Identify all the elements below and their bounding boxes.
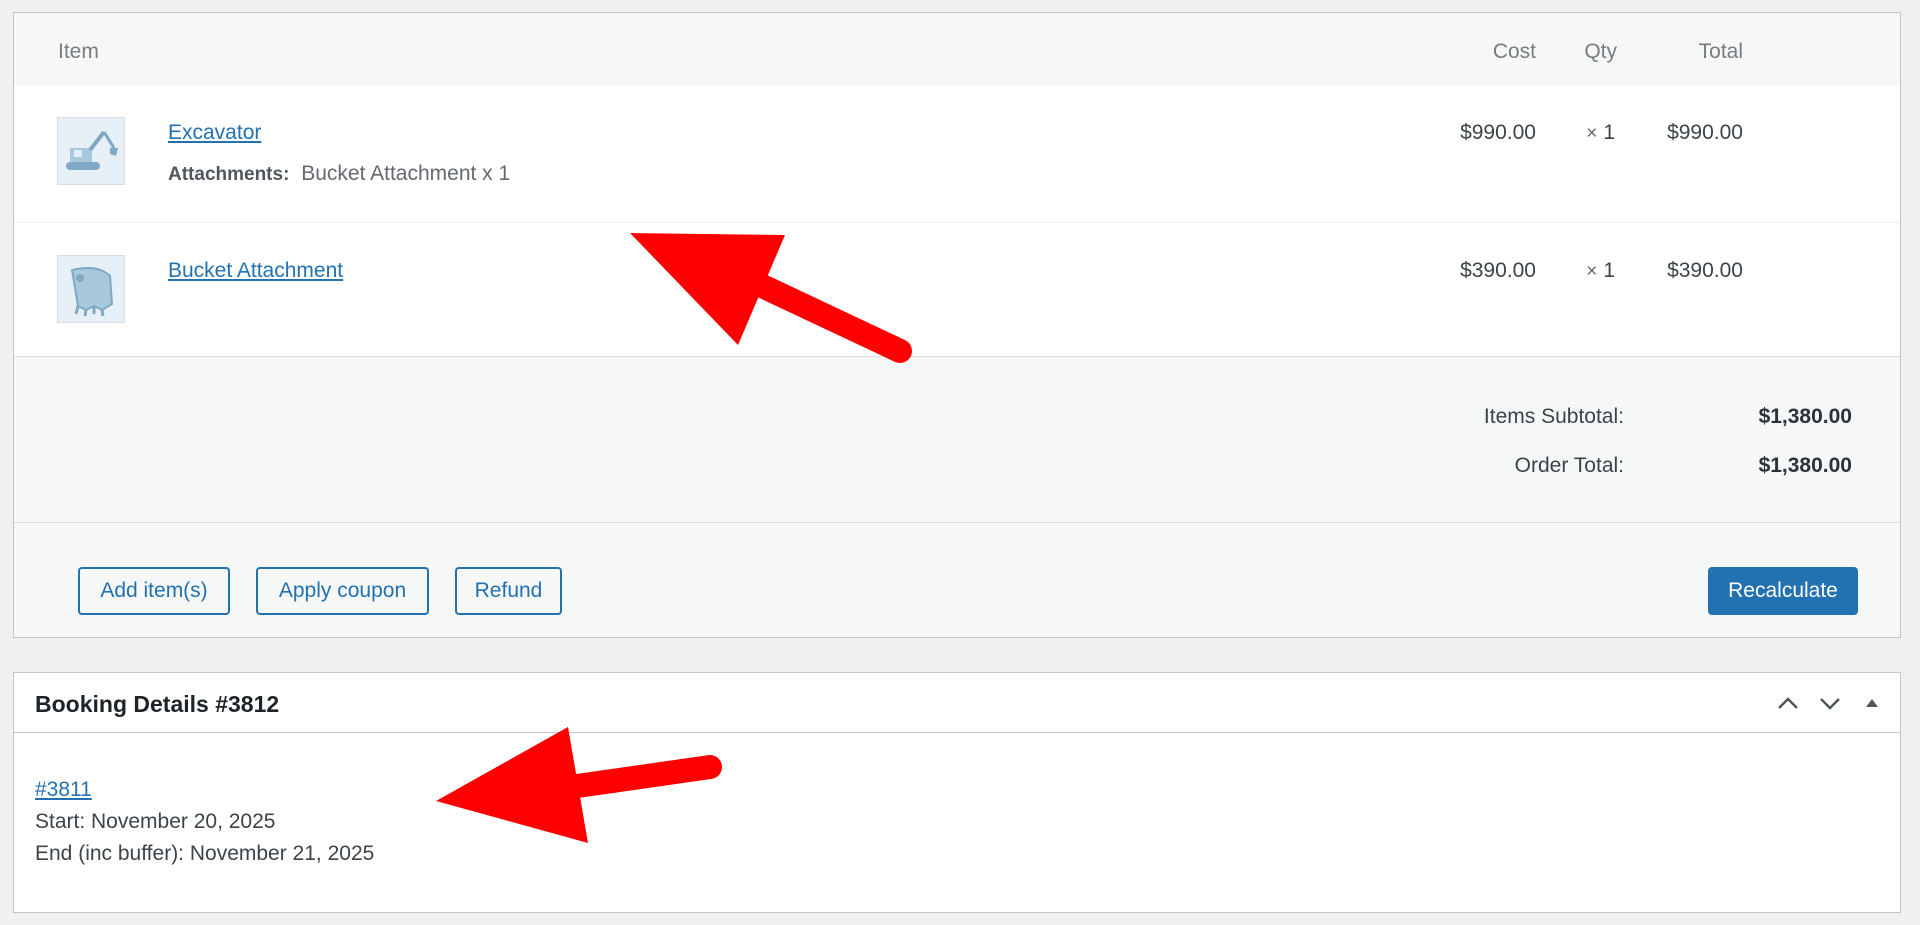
item-total: $990.00 xyxy=(1667,121,1743,144)
booking-details-body: #3811 Start: November 20, 2025 End (inc … xyxy=(35,778,374,874)
line-item-row: Excavator Attachments: Bucket Attachment… xyxy=(14,85,1900,223)
qty-value: 1 xyxy=(1603,259,1615,282)
triangle-up-icon[interactable] xyxy=(1856,687,1888,719)
refund-button[interactable]: Refund xyxy=(455,567,562,615)
item-total: $390.00 xyxy=(1667,259,1743,282)
order-total-label: Order Total: xyxy=(1514,454,1624,477)
column-header-total[interactable]: Total xyxy=(1699,40,1743,64)
booking-link[interactable]: #3811 xyxy=(35,778,374,802)
booking-details-title: Booking Details #3812 xyxy=(35,691,280,717)
column-header-qty[interactable]: Qty xyxy=(1584,40,1617,64)
column-header-item[interactable]: Item xyxy=(58,40,99,64)
meta-value: Bucket Attachment x 1 xyxy=(301,162,511,185)
order-totals: Items Subtotal: $1,380.00 Order Total: $… xyxy=(14,357,1900,523)
booking-details-header: Booking Details #3812 xyxy=(14,673,1900,733)
qty-value: 1 xyxy=(1603,121,1615,144)
excavator-icon[interactable] xyxy=(57,117,125,185)
item-link-bucket-attachment[interactable]: Bucket Attachment xyxy=(168,259,343,283)
column-header-cost[interactable]: Cost xyxy=(1493,40,1536,64)
times-symbol: × xyxy=(1586,123,1598,144)
booking-details-panel: Booking Details #3812 #3811 Start: Novem… xyxy=(13,672,1901,913)
item-link-excavator[interactable]: Excavator xyxy=(168,121,261,145)
meta-label: Attachments: xyxy=(168,164,290,185)
bucket-icon[interactable] xyxy=(57,255,125,323)
chevron-down-icon[interactable] xyxy=(1814,687,1846,719)
item-cost: $390.00 xyxy=(1460,259,1536,282)
chevron-up-icon[interactable] xyxy=(1772,687,1804,719)
times-symbol: × xyxy=(1586,261,1598,282)
order-actions: Add item(s) Apply coupon Refund Recalcul… xyxy=(14,523,1900,637)
item-meta: Attachments: Bucket Attachment x 1 xyxy=(168,162,510,186)
item-qty: × 1 xyxy=(1586,121,1615,145)
order-items-panel: Item Cost Qty Total Excavator Attachment… xyxy=(13,12,1901,638)
items-table-header: Item Cost Qty Total xyxy=(14,13,1900,85)
add-items-button[interactable]: Add item(s) xyxy=(78,567,230,615)
apply-coupon-button[interactable]: Apply coupon xyxy=(256,567,429,615)
booking-end: End (inc buffer): November 21, 2025 xyxy=(35,842,375,865)
order-total-value: $1,380.00 xyxy=(1758,454,1852,477)
recalculate-button[interactable]: Recalculate xyxy=(1708,567,1858,615)
item-qty: × 1 xyxy=(1586,259,1615,283)
item-cost: $990.00 xyxy=(1460,121,1536,144)
line-item-row: Bucket Attachment $390.00 × 1 $390.00 xyxy=(14,223,1900,357)
items-subtotal-label: Items Subtotal: xyxy=(1483,405,1624,428)
items-subtotal-value: $1,380.00 xyxy=(1758,405,1852,428)
booking-start: Start: November 20, 2025 xyxy=(35,810,276,833)
